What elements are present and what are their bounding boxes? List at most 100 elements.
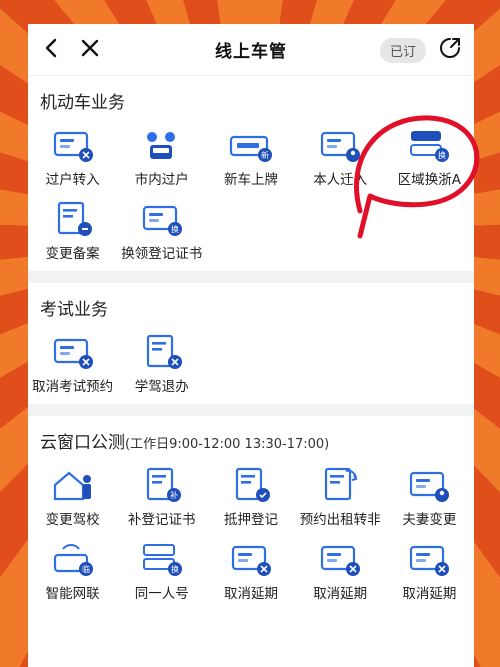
service-item[interactable]: 市内过户 (117, 125, 206, 189)
service-icon-box: 换 (140, 539, 184, 579)
service-item[interactable]: 学驾退办 (117, 332, 206, 396)
top-bar: 线上车管 已订 (28, 24, 474, 76)
service-label: 变更备案 (45, 246, 100, 262)
svg-text:新: 新 (261, 150, 269, 160)
service-label: 区域换浙A (397, 172, 462, 188)
service-item[interactable]: 变更备案 (28, 199, 117, 263)
service-item[interactable]: 换同一人号 (117, 539, 206, 603)
cancel-extension-icon (410, 545, 450, 576)
learner-withdraw-icon (146, 334, 182, 369)
service-grid: 变更驾校 补补登记证书 抵押登记 预约出租转非 夫妻变更 临 智能网联 换 同一… (28, 465, 474, 603)
change-school-icon (53, 471, 91, 501)
service-icon-box (318, 539, 362, 579)
new-plate-icon: 新 (229, 135, 272, 162)
service-grid: 取消考试预约 学驾退办 (28, 332, 474, 396)
svg-text:临: 临 (82, 564, 90, 574)
service-item[interactable]: 变更驾校 (28, 465, 117, 529)
service-label: 换领登记证书 (121, 246, 203, 262)
page-title: 线上车管 (215, 42, 287, 62)
service-label: 学驾退办 (134, 379, 189, 395)
city-transfer-icon (146, 132, 175, 159)
share-icon[interactable] (438, 36, 462, 60)
service-label: 取消延期 (223, 586, 278, 602)
app-window: 线上车管 已订 机动车业务 过户转入 市内过户 新新车上牌 本人迁入 换 区域换… (28, 24, 474, 667)
change-record-icon (57, 201, 92, 236)
service-icon-box (407, 465, 451, 505)
section-hours-note: (工作日9:00-12:00 13:30-17:00) (125, 437, 330, 452)
section-divider (28, 271, 474, 283)
spouse-change-icon (410, 471, 450, 502)
back-icon[interactable] (40, 36, 64, 60)
taxi-convert-icon (325, 467, 358, 501)
service-icon-box (51, 199, 95, 239)
service-icon-box (140, 332, 184, 372)
service-item[interactable]: 取消延期 (385, 539, 474, 603)
service-icon-box (51, 125, 95, 165)
service-icon-box (51, 332, 95, 372)
region-switch-icon: 换 (410, 131, 450, 162)
service-icon-box (140, 125, 184, 165)
smart-network-icon: 临 (53, 544, 93, 576)
cancel-exam-icon (53, 338, 93, 369)
service-item[interactable]: 换区域换浙A (385, 125, 474, 189)
svg-text:换: 换 (438, 150, 446, 160)
service-item[interactable]: 换换领登记证书 (117, 199, 206, 263)
transfer-in-icon (53, 131, 93, 162)
section-title-text: 机动车业务 (40, 93, 125, 113)
service-label: 新车上牌 (223, 172, 278, 188)
service-label: 取消延期 (313, 586, 368, 602)
cancel-extension-icon (231, 545, 271, 576)
service-item[interactable]: 抵押登记 (206, 465, 295, 529)
service-label: 市内过户 (134, 172, 189, 188)
service-icon-box: 换 (407, 125, 451, 165)
service-icon-box (318, 465, 362, 505)
service-section: 考试业务 取消考试预约 学驾退办 (28, 283, 474, 404)
svg-text:补: 补 (170, 490, 178, 500)
section-title: 机动车业务 (28, 88, 474, 113)
section-divider (28, 404, 474, 416)
service-item[interactable]: 过户转入 (28, 125, 117, 189)
close-icon[interactable] (78, 36, 102, 60)
service-label: 抵押登记 (223, 512, 278, 528)
service-section: 云窗口公测(工作日9:00-12:00 13:30-17:00) 变更驾校 补补… (28, 416, 474, 611)
section-title-text: 考试业务 (40, 300, 108, 320)
service-icon-box (229, 465, 273, 505)
service-item[interactable]: 取消考试预约 (28, 332, 117, 396)
service-label: 智能网联 (45, 586, 100, 602)
service-label: 取消考试预约 (32, 379, 114, 395)
section-title-text: 云窗口公测 (40, 433, 125, 453)
svg-text:换: 换 (171, 224, 179, 234)
service-icon-box: 新 (229, 125, 273, 165)
service-icon-box (229, 539, 273, 579)
svg-text:换: 换 (171, 564, 179, 574)
service-item[interactable]: 夫妻变更 (385, 465, 474, 529)
service-item[interactable]: 补补登记证书 (117, 465, 206, 529)
service-item[interactable]: 取消延期 (206, 539, 295, 603)
subscribe-button[interactable]: 已订 (379, 38, 426, 63)
self-move-in-icon (321, 131, 361, 162)
service-icon-box: 临 (51, 539, 95, 579)
service-item[interactable]: 新新车上牌 (206, 125, 295, 189)
service-icon-box (51, 465, 95, 505)
service-label: 过户转入 (45, 172, 100, 188)
section-title: 考试业务 (28, 295, 474, 320)
mortgage-icon (235, 467, 270, 502)
cancel-extension-icon (321, 545, 361, 576)
service-label: 变更驾校 (45, 512, 100, 528)
service-label: 同一人号 (134, 586, 189, 602)
service-icon-box (318, 125, 362, 165)
service-item[interactable]: 取消延期 (296, 539, 385, 603)
same-person-plate-icon: 换 (142, 544, 182, 576)
service-icon-box (407, 539, 451, 579)
service-label: 预约出租转非 (299, 512, 381, 528)
renew-certificate-icon: 换 (142, 205, 182, 236)
service-label: 本人迁入 (313, 172, 368, 188)
service-item[interactable]: 临智能网联 (28, 539, 117, 603)
service-item[interactable]: 本人迁入 (296, 125, 385, 189)
service-label: 夫妻变更 (402, 512, 457, 528)
service-icon-box: 补 (140, 465, 184, 505)
service-item[interactable]: 预约出租转非 (296, 465, 385, 529)
service-label: 取消延期 (402, 586, 457, 602)
section-title: 云窗口公测(工作日9:00-12:00 13:30-17:00) (28, 428, 474, 453)
service-section: 机动车业务 过户转入 市内过户 新新车上牌 本人迁入 换 区域换浙A 变更备案 … (28, 76, 474, 271)
